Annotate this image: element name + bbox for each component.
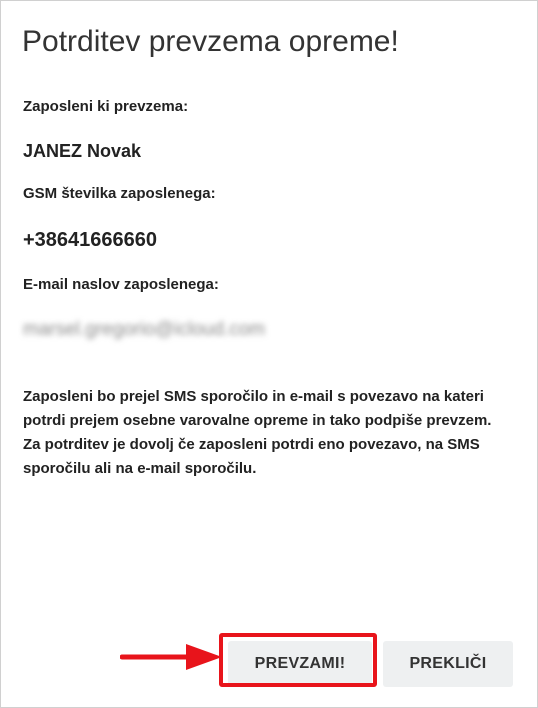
email-address-blurred: marsel.gregorio@icloud.com (23, 319, 266, 340)
employee-name: JANEZ Novak (23, 141, 142, 161)
accept-button[interactable]: PREVZAMI! (228, 641, 372, 687)
gsm-number: +38641666660 (23, 229, 158, 251)
confirm-dialog: Potrditev prevzema opreme! Zaposleni ki … (0, 0, 538, 708)
arrow-right-icon (120, 644, 222, 670)
gsm-label: GSM številka zaposlenega: (23, 185, 216, 202)
dialog-title: Potrditev prevzema opreme! (22, 25, 399, 58)
cancel-button[interactable]: PREKLIČI (383, 641, 513, 687)
email-label: E-mail naslov zaposlenega: (23, 276, 219, 293)
employee-label: Zaposleni ki prevzema: (23, 98, 189, 115)
info-text: Zaposleni bo prejel SMS sporočilo in e-m… (23, 388, 492, 477)
